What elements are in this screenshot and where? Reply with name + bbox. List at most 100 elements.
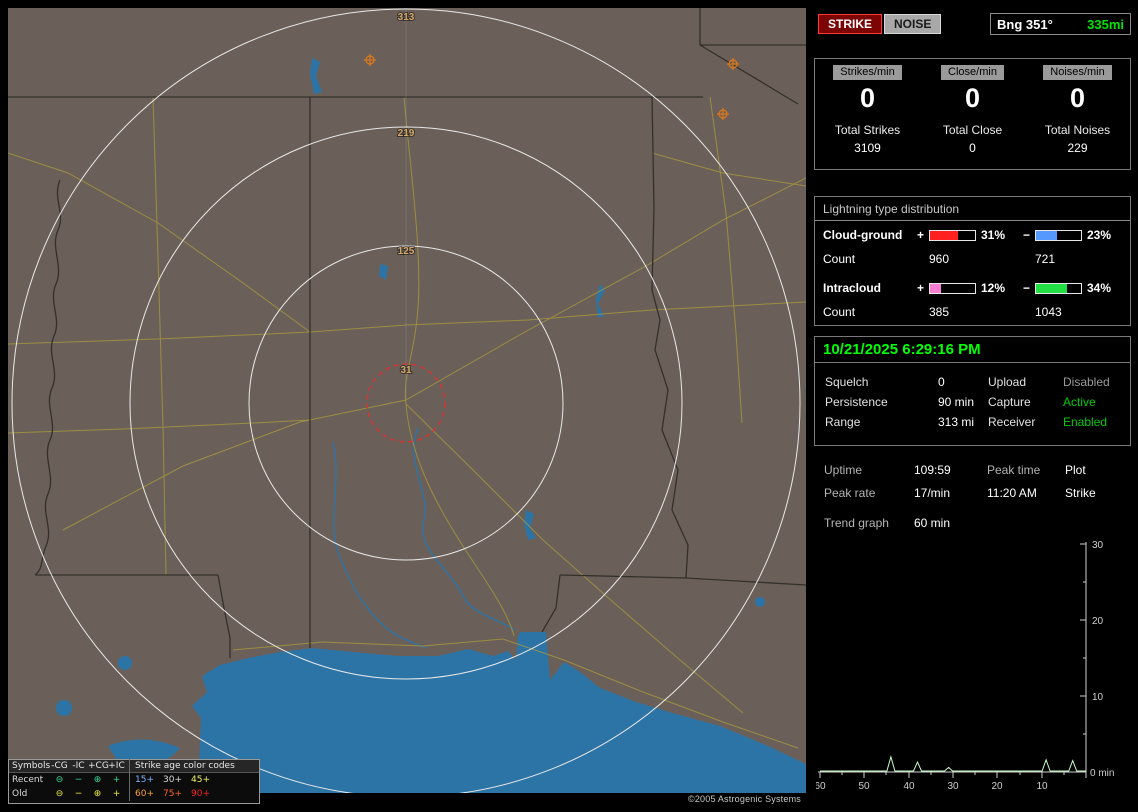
- minus-sign: −: [1023, 281, 1031, 295]
- persistence-value: 90 min: [938, 395, 975, 409]
- legend-row-old: Old ⊖ − ⊕ + 60+ 75+ 90+: [9, 787, 259, 801]
- svg-text:20: 20: [1092, 616, 1104, 627]
- total-noises-value: 229: [1067, 141, 1088, 155]
- neg-cg-pct: 23%: [1087, 228, 1112, 242]
- receiver-status: Enabled: [1063, 415, 1108, 429]
- neg-ic-icon: −: [74, 775, 83, 785]
- legend-symbols-header: Symbols: [12, 761, 51, 771]
- upload-status: Disabled: [1063, 375, 1110, 389]
- bearing-value: Bng 351°: [997, 16, 1053, 32]
- legend-col-pos-cg: +CG: [88, 761, 109, 771]
- pos-ic-count: 385: [929, 305, 950, 319]
- age-code: 60+: [135, 789, 154, 799]
- svg-text:30: 30: [1092, 540, 1104, 551]
- noise-mode-button[interactable]: NOISE: [884, 14, 942, 34]
- close-per-min-value: 0: [964, 83, 981, 113]
- cloud-ground-count-row: Count 960 721: [823, 252, 1056, 266]
- age-code: 45+: [191, 775, 210, 785]
- noises-per-min-value: 0: [1069, 83, 1086, 113]
- legend-age-header: Strike age color codes: [129, 759, 256, 773]
- minus-sign: −: [1023, 228, 1031, 242]
- trend-axes: [818, 542, 1087, 778]
- intracloud-row: Intracloud + 12% − 34%: [823, 281, 1112, 295]
- pos-cg-pct: 31%: [981, 228, 1006, 242]
- svg-text:0 min: 0 min: [1090, 768, 1114, 779]
- trend-window-value: 60 min: [914, 516, 951, 530]
- legend-row-recent: Recent ⊖ − ⊕ + 15+ 30+ 45+: [9, 773, 259, 787]
- neg-ic-icon: −: [74, 789, 83, 799]
- total-strikes-label: Total Strikes: [834, 123, 901, 137]
- close-per-min-label: Close/min: [941, 65, 1004, 80]
- plus-sign: +: [917, 281, 925, 295]
- neg-ic-pct: 34%: [1087, 281, 1112, 295]
- distribution-title: Lightning type distribution: [823, 202, 960, 216]
- total-noises-label: Total Noises: [1044, 123, 1111, 137]
- ring-label-31: 31: [400, 365, 412, 376]
- intracloud-count-row: Count 385 1043: [823, 305, 1062, 319]
- strike-mode-button[interactable]: STRIKE: [818, 14, 883, 34]
- bearing-range-value: 335mi: [1087, 16, 1124, 32]
- peak-rate-value: 17/min: [914, 486, 951, 500]
- stats-section: Uptime 109:59 Peak time Plot Peak rate 1…: [824, 463, 1096, 530]
- pos-ic-icon: +: [112, 775, 121, 785]
- ring-label-313: 313: [398, 12, 415, 23]
- legend-col-pos-ic: +IC: [108, 761, 125, 771]
- squelch-value: 0: [938, 375, 945, 389]
- status-row: Range 313 mi Receiver Enabled: [825, 415, 1108, 429]
- pos-cg-icon: ⊕: [93, 789, 102, 799]
- status-row: Persistence 90 min Capture Active: [825, 395, 1096, 409]
- pos-ic-bar: [929, 283, 976, 294]
- status-row: Squelch 0 Upload Disabled: [825, 375, 1110, 389]
- neg-ic-bar: [1035, 283, 1082, 294]
- rates-section: Strikes/min 0 Total Strikes 3109 Close/m…: [814, 58, 1131, 170]
- pos-cg-count: 960: [929, 252, 950, 266]
- svg-text:30: 30: [947, 781, 959, 792]
- status-section: 10/21/2025 6:29:16 PM Squelch 0 Upload D…: [814, 336, 1131, 446]
- peak-time-value: 11:20 AM: [987, 486, 1037, 500]
- strikes-per-min-value: 0: [859, 83, 876, 113]
- svg-text:20: 20: [991, 781, 1003, 792]
- capture-status: Active: [1063, 395, 1096, 409]
- pos-cg-bar: [929, 230, 976, 241]
- age-code: 90+: [191, 789, 210, 799]
- nexstorm-app: { "colors": { "map_land": "#6b6059", "wa…: [0, 0, 1138, 812]
- range-value: 313 mi: [938, 415, 975, 429]
- neg-cg-count: 721: [1035, 252, 1056, 266]
- plot-type-value: Strike: [1065, 486, 1096, 500]
- legend-col-neg-cg: -CG: [51, 761, 68, 771]
- svg-text:40: 40: [903, 781, 915, 792]
- neg-cg-icon: ⊖: [55, 789, 64, 799]
- symbol-legend: Symbols -CG -IC +CG +IC Strike age color…: [8, 759, 260, 804]
- neg-ic-count: 1043: [1035, 305, 1062, 319]
- age-code: 75+: [163, 789, 182, 799]
- lightning-distribution-section: Lightning type distribution Cloud-ground…: [814, 196, 1131, 326]
- bearing-readout: Bng 351° 335mi: [990, 13, 1131, 35]
- svg-text:60: 60: [816, 781, 826, 792]
- noises-per-min-label: Noises/min: [1043, 65, 1112, 80]
- strikes-per-min-label: Strikes/min: [833, 65, 902, 80]
- trend-tick-labels: 30 20 10 0 min 60 50 40 30 20 10: [814, 540, 1114, 792]
- copyright-text: ©2005 Astrogenic Systems: [688, 794, 801, 804]
- age-code: 15+: [135, 775, 154, 785]
- uptime-value: 109:59: [914, 463, 951, 477]
- svg-text:10: 10: [1036, 781, 1048, 792]
- neg-cg-bar: [1035, 230, 1082, 241]
- trend-graph: 30 20 10 0 min 60 50 40 30 20 10: [814, 540, 1134, 806]
- map-canvas: 313 219 125 31: [7, 8, 807, 798]
- ring-label-125: 125: [398, 246, 415, 257]
- pos-ic-icon: +: [112, 789, 121, 799]
- cloud-ground-row: Cloud-ground + 31% − 23%: [823, 228, 1112, 242]
- plus-sign: +: [917, 228, 925, 242]
- ring-label-219: 219: [398, 128, 415, 139]
- side-panel: STRIKE NOISE Bng 351° 335mi Strikes/min …: [812, 0, 1138, 812]
- pos-ic-pct: 12%: [981, 281, 1006, 295]
- neg-cg-icon: ⊖: [55, 775, 64, 785]
- strikes-per-min-column: Strikes/min 0 Total Strikes 3109: [815, 59, 920, 169]
- datetime-display: 10/21/2025 6:29:16 PM: [815, 337, 1130, 363]
- svg-text:10: 10: [1092, 692, 1104, 703]
- noises-per-min-column: Noises/min 0 Total Noises 229: [1025, 59, 1130, 169]
- legend-col-neg-ic: -IC: [72, 761, 85, 771]
- total-strikes-value: 3109: [854, 141, 881, 155]
- map-view[interactable]: 313 219 125 31: [7, 8, 807, 798]
- close-per-min-column: Close/min 0 Total Close 0: [920, 59, 1025, 169]
